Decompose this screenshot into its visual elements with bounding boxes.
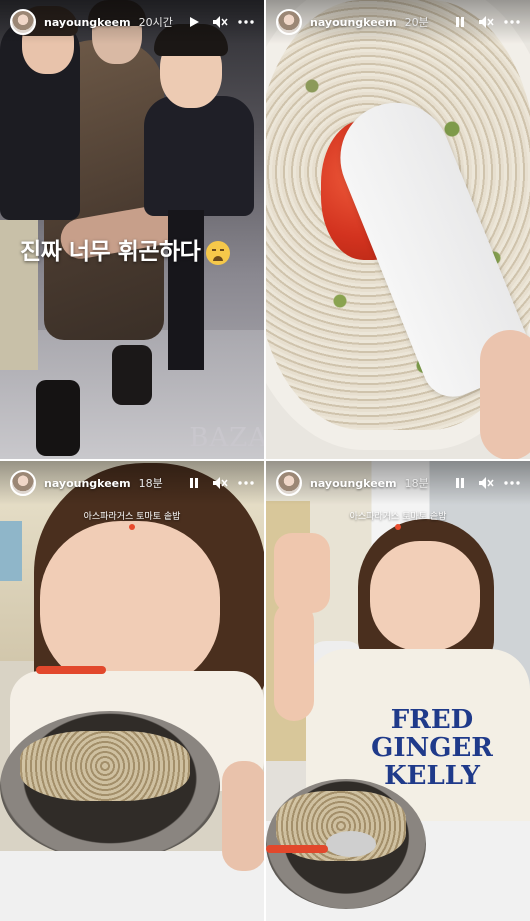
caption-text: 진짜 너무 휘곤하다 [20,239,201,265]
rice-in-bowl [20,731,190,801]
child-face [370,541,480,651]
mute-icon[interactable] [478,14,494,30]
weary-face-emoji-icon [206,240,231,265]
timestamp: 20시간 [138,16,173,29]
username[interactable]: nayoungkeem [44,16,131,29]
recipe-label-text: 아스파라거스 토마토 솥밥 [83,512,181,522]
timestamp: 20분 [404,16,429,29]
more-icon[interactable] [504,14,520,30]
avatar[interactable] [10,9,36,35]
boot-right [112,345,152,405]
story-controls [186,14,254,30]
more-icon[interactable] [504,475,520,491]
recipe-label: 아스파라거스 토마토 솥밥 [0,509,264,530]
username[interactable]: nayoungkeem [44,477,131,490]
timestamp: 18분 [404,477,429,490]
story-header: nayoungkeem 20시간 [0,0,264,44]
avatar[interactable] [276,9,302,35]
story-panel-4[interactable]: FRED GINGER KELLY nayoungkeem 18분 아스파라거스… [266,461,530,921]
label-dot [129,524,135,530]
shirt-text-line-2: GINGER [371,733,493,763]
timestamp: 18분 [138,477,163,490]
blue-board [0,521,22,581]
pause-icon[interactable] [452,475,468,491]
more-icon[interactable] [238,14,254,30]
label-dot [395,524,401,530]
username[interactable]: nayoungkeem [310,16,397,29]
story-header: nayoungkeem 18분 [0,461,264,505]
story-controls [452,475,520,491]
shirt-print: FRED GINGER KELLY [362,706,502,790]
hand [480,330,530,459]
story-header: nayoungkeem 18분 [266,461,530,505]
mute-icon[interactable] [478,475,494,491]
shirt-text-line-1: FRED [390,705,474,735]
boot-left [36,380,80,456]
story-controls [452,14,520,30]
arm [274,601,314,721]
play-icon[interactable] [186,14,202,30]
story-caption: 진짜 너무 휘곤하다 [20,232,231,266]
story-header: nayoungkeem 20분 [266,0,530,44]
story-grid: nayoungkeem 20시간 진짜 너무 휘곤하다 BAZA nayoung… [0,0,530,921]
more-icon[interactable] [238,475,254,491]
story-panel-1[interactable]: nayoungkeem 20시간 진짜 너무 휘곤하다 BAZA [0,0,264,459]
thumbs-up-hand [274,533,330,613]
hand [222,761,264,871]
magazine-watermark: BAZA [189,423,264,453]
avatar[interactable] [276,470,302,496]
spoon-handle [266,845,328,853]
recipe-label: 아스파라거스 토마토 솥밥 [266,509,530,530]
pause-icon[interactable] [452,14,468,30]
recipe-label-text: 아스파라거스 토마토 솥밥 [349,512,447,522]
pause-icon[interactable] [186,475,202,491]
story-panel-2[interactable]: nayoungkeem 20분 [266,0,530,459]
spoon [36,666,106,674]
story-panel-3[interactable]: nayoungkeem 18분 아스파라거스 토마토 솥밥 [0,461,264,921]
child-right [144,96,254,216]
username[interactable]: nayoungkeem [310,477,397,490]
story-controls [186,475,254,491]
spoon [326,831,376,857]
mute-icon[interactable] [212,475,228,491]
avatar[interactable] [10,470,36,496]
mute-icon[interactable] [212,14,228,30]
